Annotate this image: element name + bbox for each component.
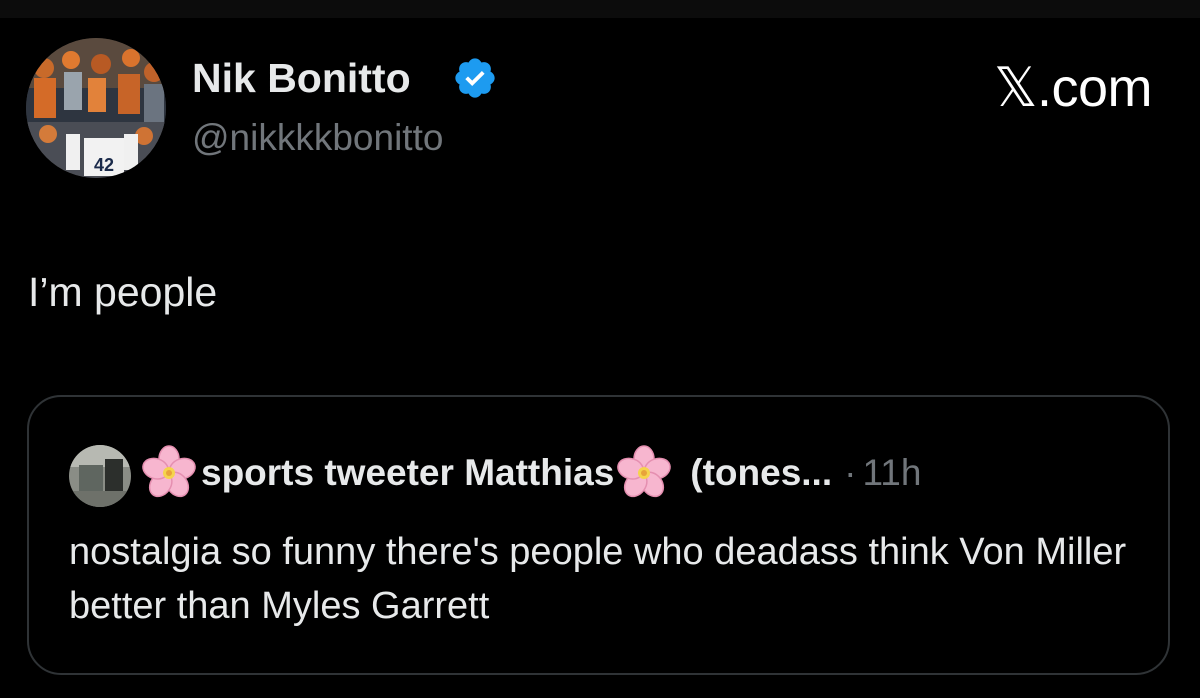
author-avatar[interactable]: 42	[26, 38, 166, 178]
status-strip	[0, 0, 1200, 18]
quoted-author-avatar[interactable]	[69, 445, 131, 507]
x-brand-logo: 𝕏.com	[993, 58, 1153, 118]
tweet-text: I’m people	[28, 269, 218, 315]
cherry-blossom-icon	[616, 445, 672, 501]
quoted-author-name-suffix[interactable]: (tones...	[690, 452, 832, 494]
quoted-tweet-card[interactable]: sports tweeter Matthias (tones... · 11h …	[27, 395, 1170, 675]
verified-badge-icon	[452, 55, 498, 101]
quoted-tweet-text: nostalgia so funny there's people who de…	[69, 531, 1127, 627]
quoted-timestamp[interactable]: 11h	[862, 452, 921, 494]
avatar-jersey-number: 42	[94, 155, 114, 175]
cherry-blossom-icon	[141, 445, 197, 501]
author-handle[interactable]: @nikkkkbonitto	[192, 113, 443, 163]
quoted-author-name[interactable]: sports tweeter Matthias	[201, 452, 614, 494]
author-name[interactable]: Nik Bonitto	[192, 50, 411, 106]
quoted-separator: ·	[844, 452, 857, 493]
tweet-screenshot: 42 Nik Bonitto @nikkkkbonitto 𝕏.com I’m …	[0, 0, 1200, 698]
quoted-tweet-header: sports tweeter Matthias (tones... · 11h	[141, 445, 921, 501]
